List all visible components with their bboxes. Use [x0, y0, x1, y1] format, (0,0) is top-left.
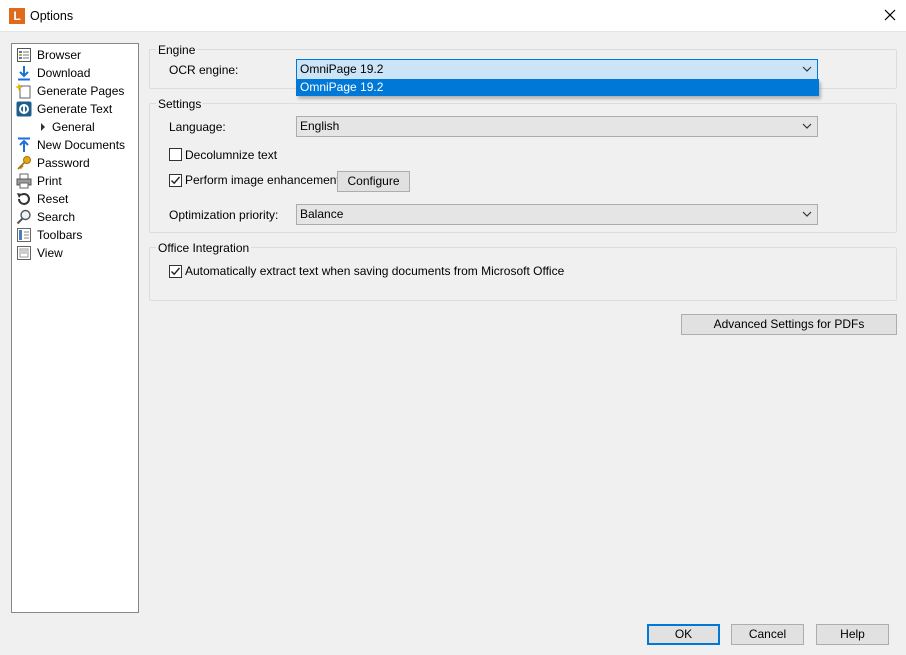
language-value: English — [300, 119, 340, 133]
sidebar-item-label: Reset — [37, 192, 69, 206]
printer-icon — [16, 173, 32, 189]
download-arrow-icon — [18, 66, 30, 81]
chevron-down-icon — [802, 66, 812, 72]
ocr-engine-option[interactable]: OmniPage 19.2 — [297, 80, 818, 95]
sidebar-item-label: Password — [37, 156, 90, 170]
sidebar-item-label: New Documents — [37, 138, 126, 152]
sidebar-item-label: Search — [37, 210, 76, 224]
sidebar-item-label: Browser — [37, 48, 82, 62]
office-integration-group-title: Office Integration — [156, 241, 252, 255]
configure-button[interactable]: Configure — [337, 171, 410, 192]
sidebar-item-label: Generate Pages — [37, 84, 125, 98]
key-icon — [17, 156, 31, 170]
ocr-engine-value: OmniPage 19.2 — [300, 62, 384, 76]
chevron-down-icon — [802, 123, 812, 129]
help-button[interactable]: Help — [816, 624, 889, 645]
advanced-settings-pdfs-button[interactable]: Advanced Settings for PDFs — [681, 314, 897, 335]
sidebar-item-label: Print — [37, 174, 62, 188]
magnifier-icon — [16, 209, 31, 225]
close-button[interactable] — [876, 0, 906, 32]
app-logo-icon: L — [9, 8, 25, 24]
optimization-priority-value: Balance — [300, 207, 344, 221]
options-category-tree[interactable]: Browser Download Generate Pages Generate… — [11, 43, 139, 613]
language-select[interactable]: English — [296, 116, 818, 137]
sidebar-item-toolbars[interactable]: Toolbars — [16, 226, 136, 244]
ocr-engine-select[interactable]: OmniPage 19.2 — [296, 59, 818, 80]
image-enhancement-checkbox[interactable] — [169, 174, 182, 187]
sidebar-item-generate-pages[interactable]: Generate Pages — [16, 82, 136, 100]
sidebar-item-view[interactable]: View — [16, 244, 136, 262]
sidebar-item-print[interactable]: Print — [16, 172, 136, 190]
language-label: Language: — [169, 120, 226, 134]
sidebar-item-general[interactable]: General — [38, 118, 136, 136]
optimization-priority-label: Optimization priority: — [169, 208, 279, 222]
settings-group-title: Settings — [156, 97, 204, 111]
auto-extract-label: Automatically extract text when saving d… — [185, 264, 565, 278]
sidebar-item-generate-text[interactable]: Generate Text — [16, 100, 136, 118]
sidebar-item-label: Download — [37, 66, 91, 80]
chevron-right-icon — [41, 123, 45, 131]
close-icon — [884, 9, 896, 21]
sidebar-item-label: Toolbars — [37, 228, 83, 242]
generate-pages-icon — [16, 83, 31, 99]
decolumnize-label: Decolumnize text — [185, 148, 278, 162]
sidebar-item-password[interactable]: Password — [16, 154, 136, 172]
decolumnize-checkbox[interactable] — [169, 148, 182, 161]
engine-group-title: Engine — [156, 43, 198, 57]
title-bar: L Options — [0, 0, 906, 32]
sidebar-item-label: General — [52, 120, 95, 134]
browser-icon — [17, 48, 31, 62]
cancel-button[interactable]: Cancel — [731, 624, 804, 645]
sidebar-item-label: View — [37, 246, 63, 260]
sidebar-item-browser[interactable]: Browser — [16, 46, 136, 64]
window-title: Options — [30, 9, 74, 23]
image-enhancement-label: Perform image enhancement — [185, 173, 340, 187]
reset-icon — [17, 193, 30, 205]
checkmark-icon — [171, 176, 181, 185]
chevron-down-icon — [802, 211, 812, 217]
ok-button[interactable]: OK — [647, 624, 720, 645]
sidebar-item-search[interactable]: Search — [16, 208, 136, 226]
sidebar-item-new-documents[interactable]: New Documents — [16, 136, 136, 154]
toolbars-icon — [17, 228, 31, 242]
sidebar-item-label: Generate Text — [37, 102, 113, 116]
optimization-priority-select[interactable]: Balance — [296, 204, 818, 225]
upload-arrow-icon — [18, 137, 30, 152]
auto-extract-checkbox[interactable] — [169, 265, 182, 278]
checkmark-icon — [171, 267, 181, 276]
ocr-engine-dropdown-list[interactable]: OmniPage 19.2 — [296, 79, 819, 96]
view-icon — [17, 246, 31, 260]
sidebar-item-download[interactable]: Download — [16, 64, 136, 82]
sidebar-item-reset[interactable]: Reset — [16, 190, 136, 208]
ocr-engine-label: OCR engine: — [169, 63, 239, 77]
ocr-text-icon — [16, 101, 32, 117]
